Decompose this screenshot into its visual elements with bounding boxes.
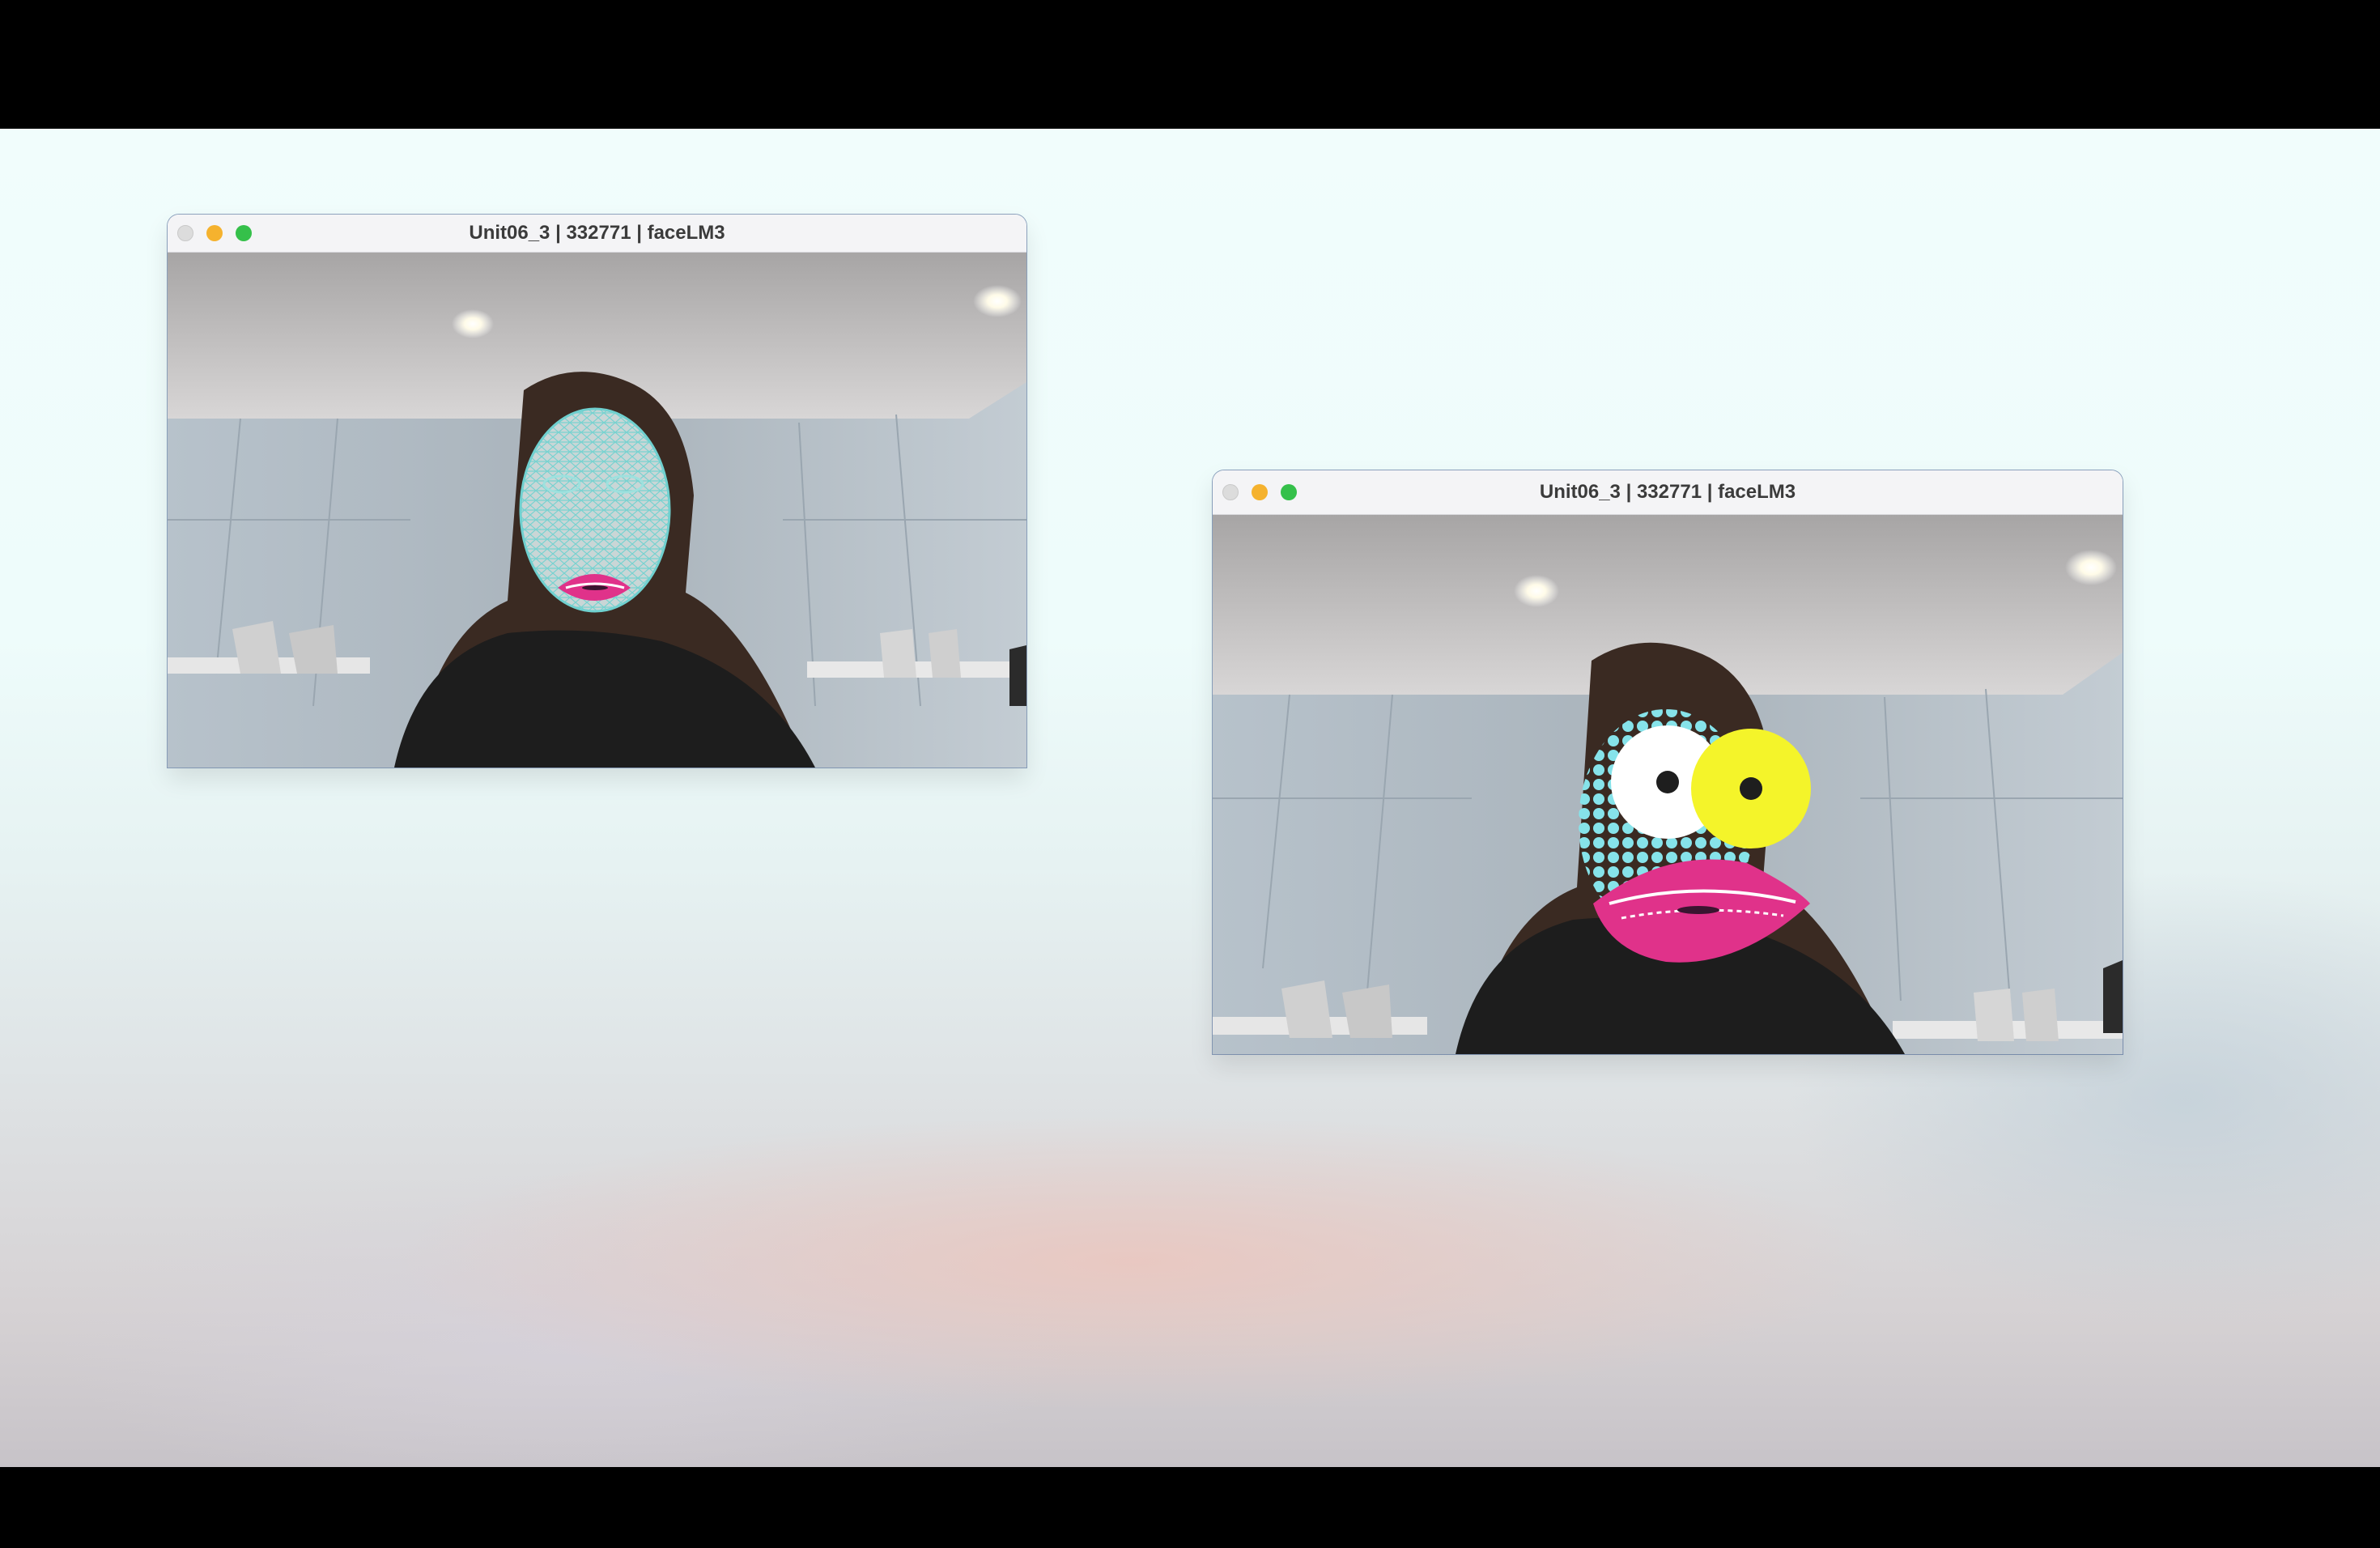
- desktop-background: Unit06_3 | 332771 | faceLM3 Unit06_3 | 3…: [0, 129, 2380, 1467]
- webcam-feed: [168, 253, 1026, 768]
- webcam-window-1[interactable]: Unit06_3 | 332771 | faceLM3: [168, 215, 1026, 768]
- pupil-right: [1740, 777, 1762, 800]
- pupil-left: [1656, 771, 1679, 793]
- webcam-scene: [168, 253, 1026, 768]
- ceiling-light: [973, 285, 1022, 317]
- window-titlebar[interactable]: Unit06_3 | 332771 | faceLM3: [1213, 470, 2123, 515]
- webcam-feed: [1213, 515, 2123, 1054]
- letterbox-bottom: [0, 1467, 2380, 1548]
- letterbox-top: [0, 0, 2380, 129]
- webcam-window-2[interactable]: Unit06_3 | 332771 | faceLM3: [1213, 470, 2123, 1054]
- ceiling-light: [1514, 575, 1559, 607]
- window-title: Unit06_3 | 332771 | faceLM3: [1539, 481, 1796, 503]
- ceiling-light: [452, 309, 494, 338]
- window-titlebar[interactable]: Unit06_3 | 332771 | faceLM3: [168, 215, 1026, 253]
- window-title: Unit06_3 | 332771 | faceLM3: [469, 222, 725, 244]
- webcam-scene: [1213, 515, 2123, 1054]
- ceiling-light: [2065, 550, 2117, 585]
